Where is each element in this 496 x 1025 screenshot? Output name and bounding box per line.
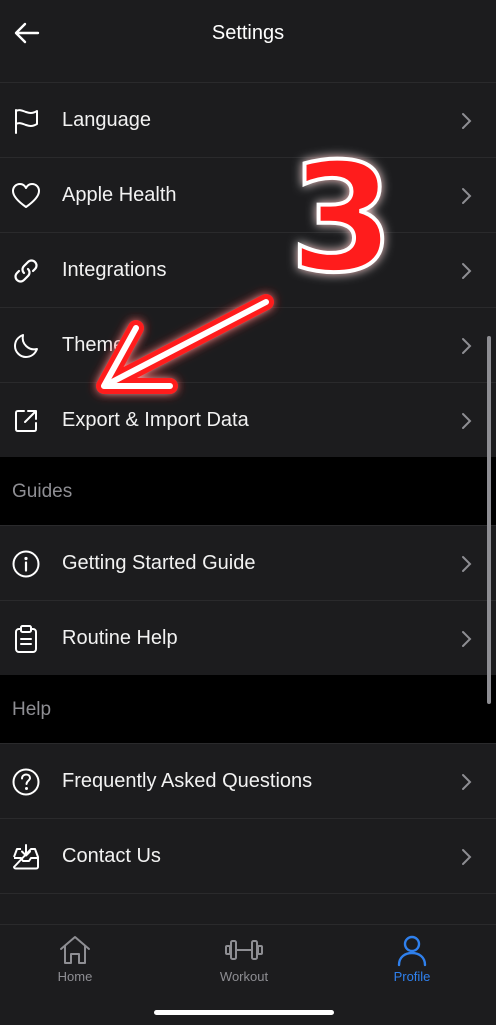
- scrollbar[interactable]: [487, 336, 491, 704]
- section-header-guides: Guides: [0, 457, 496, 525]
- settings-item-label: Frequently Asked Questions: [62, 770, 313, 792]
- heart-icon: [10, 180, 42, 212]
- settings-item-label: Routine Help: [62, 627, 178, 649]
- inbox-icon: [10, 841, 42, 873]
- settings-item-label: Export & Import Data: [62, 409, 249, 431]
- guides-item-getting-started[interactable]: Getting Started Guide: [0, 525, 496, 600]
- settings-item-label: Getting Started Guide: [62, 552, 256, 574]
- settings-item-apple-health[interactable]: Apple Health: [0, 157, 496, 232]
- chevron-right-icon: [462, 338, 472, 354]
- settings-item-theme[interactable]: Theme: [0, 307, 496, 382]
- home-indicator: [154, 1010, 334, 1015]
- settings-item-label: Language: [62, 109, 151, 131]
- moon-icon: [10, 330, 42, 362]
- tab-label: Home: [57, 969, 93, 984]
- home-icon: [15, 933, 135, 967]
- person-icon: [352, 933, 472, 967]
- chevron-right-icon: [462, 188, 472, 204]
- tab-workout[interactable]: Workout: [184, 933, 304, 984]
- chevron-right-icon: [462, 774, 472, 790]
- section-title: Help: [12, 699, 52, 720]
- chevron-right-icon: [462, 113, 472, 129]
- settings-item-label: Contact Us: [62, 845, 161, 867]
- dumbbell-icon: [184, 933, 304, 967]
- link-icon: [10, 255, 42, 287]
- clipboard-icon: [10, 623, 42, 655]
- tab-bar: Home Workout Profile: [0, 924, 496, 1025]
- settings-item-label: Theme: [62, 334, 125, 356]
- export-icon: [10, 405, 42, 437]
- tab-label: Workout: [219, 969, 269, 984]
- page-title: Settings: [211, 22, 285, 44]
- question-icon: [10, 766, 42, 798]
- chevron-right-icon: [462, 263, 472, 279]
- chevron-right-icon: [462, 413, 472, 429]
- settings-item-label: Apple Health: [62, 184, 177, 206]
- chevron-right-icon: [462, 631, 472, 647]
- section-header-help: Help: [0, 675, 496, 743]
- chevron-right-icon: [462, 556, 472, 572]
- help-item-contact-us[interactable]: Contact Us: [0, 818, 496, 893]
- info-icon: [10, 548, 42, 580]
- flag-icon: [10, 105, 42, 137]
- help-item-faq[interactable]: Frequently Asked Questions: [0, 743, 496, 818]
- settings-list: Language Apple Health Integrations Theme…: [0, 82, 496, 968]
- settings-item-language[interactable]: Language: [0, 82, 496, 157]
- section-title: Guides: [12, 481, 73, 502]
- tab-home[interactable]: Home: [15, 933, 135, 984]
- guides-item-routine-help[interactable]: Routine Help: [0, 600, 496, 675]
- settings-item-label: Integrations: [62, 259, 167, 281]
- settings-item-export-import[interactable]: Export & Import Data: [0, 382, 496, 457]
- settings-item-integrations[interactable]: Integrations: [0, 232, 496, 307]
- tab-label: Profile: [393, 969, 431, 984]
- chevron-right-icon: [462, 849, 472, 865]
- tab-profile[interactable]: Profile: [352, 933, 472, 984]
- nav-header: Settings: [0, 0, 496, 82]
